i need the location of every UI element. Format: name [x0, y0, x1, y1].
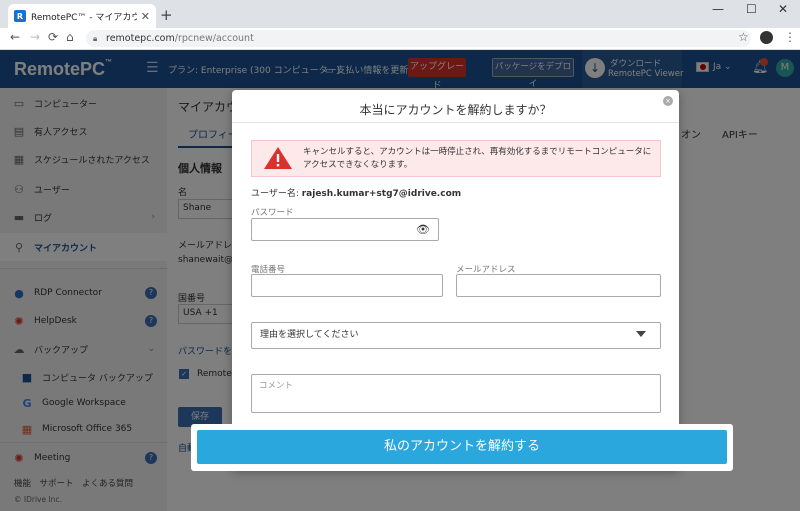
- minimize-button[interactable]: —: [712, 2, 724, 16]
- new-tab-button[interactable]: +: [160, 6, 173, 24]
- tab-close-icon[interactable]: ✕: [141, 10, 150, 23]
- username-value: rajesh.kumar+stg7@idrive.com: [301, 189, 462, 199]
- address-bar[interactable]: 🔒︎ remotepc.com/rpcnew/account: [86, 30, 751, 47]
- password-input[interactable]: [251, 218, 439, 241]
- bookmark-star-icon[interactable]: ☆: [738, 30, 749, 44]
- reload-icon[interactable]: ⟳: [48, 30, 58, 44]
- dialog-divider: [232, 122, 679, 123]
- dialog-title: 本当にアカウントを解約しますか？: [359, 103, 552, 117]
- remotepc-favicon-icon: R: [14, 10, 26, 22]
- reason-select[interactable]: 理由を選択してください: [251, 322, 661, 349]
- dropdown-arrow-icon: [636, 331, 646, 337]
- phone-input[interactable]: [251, 274, 443, 297]
- cancel-account-button[interactable]: 私のアカウントを解約する: [197, 430, 727, 464]
- home-icon[interactable]: ⌂: [66, 30, 74, 44]
- username-label: ユーザー名:: [251, 189, 302, 199]
- tab-title: RemotePC™ - マイアカウント情報: [31, 12, 137, 23]
- close-icon[interactable]: ×: [663, 96, 673, 106]
- window-close-button[interactable]: ✕: [778, 2, 788, 16]
- header-overlay: [0, 50, 800, 88]
- forward-icon[interactable]: →: [30, 30, 40, 44]
- comment-textarea[interactable]: コメント: [251, 374, 661, 413]
- warning-icon: [264, 147, 292, 169]
- profile-icon[interactable]: [760, 31, 773, 44]
- lock-icon: 🔒︎: [93, 34, 98, 43]
- warning-text: キャンセルすると、アカウントは一時停止され、再有効化するまでリモートコンピュータ…: [303, 147, 652, 170]
- username-line: ユーザー名: rajesh.kumar+stg7@idrive.com: [251, 186, 461, 199]
- url-host: remotepc.com: [106, 33, 175, 44]
- url-path: /rpcnew/account: [174, 33, 254, 44]
- maximize-button[interactable]: ☐: [746, 2, 757, 16]
- browser-menu-icon[interactable]: ⋮: [784, 30, 796, 44]
- password-label: パスワード: [251, 208, 294, 218]
- eye-icon[interactable]: 👁︎: [416, 223, 430, 236]
- email-input[interactable]: [456, 274, 661, 297]
- browser-tab[interactable]: R RemotePC™ - マイアカウント情報 ✕: [8, 4, 156, 28]
- back-icon[interactable]: ←: [10, 30, 20, 44]
